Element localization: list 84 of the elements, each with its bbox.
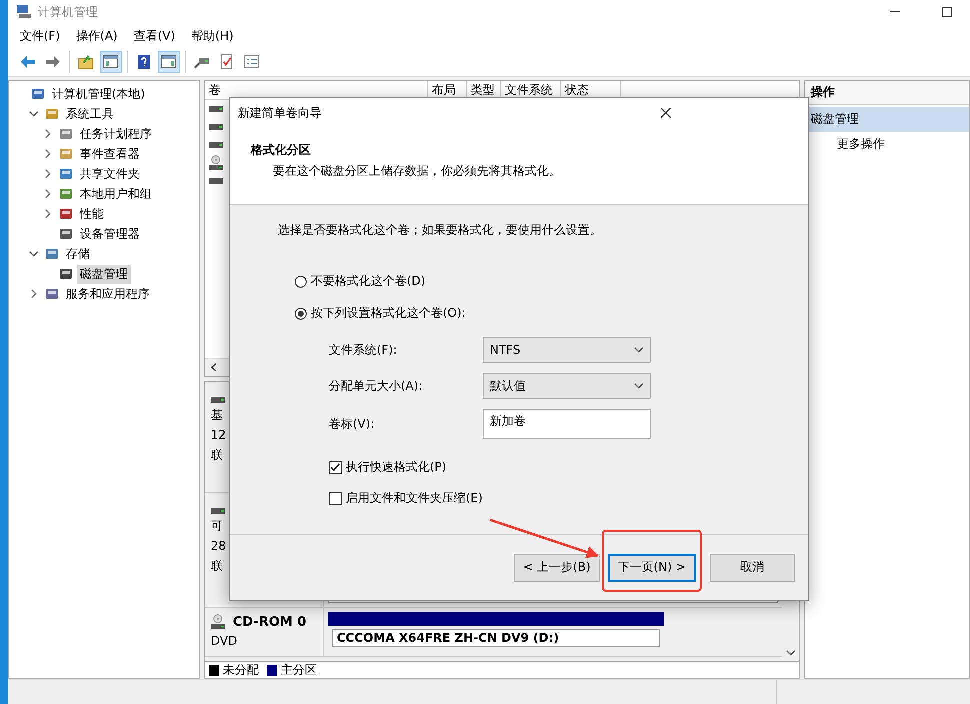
radio-icon[interactable] [295,308,307,320]
radio-icon[interactable] [295,276,307,288]
radio-button[interactable]: 不要格式化这个卷(D) [295,273,426,290]
expand-icon[interactable] [44,169,52,179]
expand-icon[interactable] [44,129,52,139]
partition-label: CCCOMA X64FRE ZH-CN DV9 (D:) [332,629,660,647]
drive-icon [211,507,225,515]
field-label: 文件系统(F): [329,342,398,358]
checkbox[interactable]: 执行快速格式化(P) [329,459,447,476]
tree-item[interactable]: 设备管理器 [77,224,143,244]
window-title: 计算机管理 [38,4,99,20]
expand-icon[interactable] [44,189,52,199]
expand-icon[interactable] [30,289,38,299]
field-label: 卷标(V): [329,416,376,432]
collapse-icon[interactable] [29,110,39,118]
tree-node-icon [44,246,60,262]
drive-icon [211,396,225,404]
dropdown[interactable]: NTFS [483,337,651,363]
legend-label: 未分配 [223,662,259,678]
dropdown[interactable]: 默认值 [483,373,651,399]
dialog-button[interactable]: < 上一步(B) [514,554,600,582]
disk-info-text: 28 [211,538,228,555]
legend-label: 主分区 [281,662,317,678]
action-link[interactable]: 更多操作 [837,137,885,151]
tree-node-icon [58,186,74,202]
disk-name: CD-ROM 0 [233,614,307,630]
tree-item[interactable]: 磁盘管理 [77,264,131,284]
instruction-text: 选择是否要格式化这个卷；如果要格式化，要使用什么设置。 [278,222,603,239]
actions-header: 操作 [805,81,969,105]
collapse-icon[interactable] [29,250,39,258]
disk-info-text: 联 [211,558,224,575]
close-icon[interactable] [660,108,670,118]
checkbox[interactable]: 启用文件和文件夹压缩(E) [329,490,483,507]
tree-node-icon [58,206,74,222]
tree-node-icon [58,266,74,282]
tree-node-icon [30,86,46,102]
page-description: 要在这个磁盘分区上储存数据，你必须先将其格式化。 [272,163,562,180]
disk-info-text: 可 [211,518,224,535]
scroll-down-icon[interactable] [786,648,796,656]
dialog-title: 新建简单卷向导 [238,104,323,122]
checkbox-icon[interactable] [329,461,342,474]
radio-button[interactable]: 按下列设置格式化这个卷(O): [295,305,466,322]
chevron-down-icon [634,382,644,390]
tree-node-icon [58,166,74,182]
field-label: 分配单元大小(A): [329,378,424,394]
disc-drive-icon [209,155,223,171]
tree-node-icon [44,106,60,122]
menu-item[interactable]: 帮助(H) [183,28,242,44]
tree-item[interactable]: 共享文件夹 [77,164,143,184]
drive-icon [209,141,223,149]
tree-node-icon [58,126,74,142]
drive-icon [209,177,223,185]
disk-type: DVD [211,633,238,650]
tree-item[interactable]: 系统工具 [63,104,117,124]
computer-icon [16,4,32,20]
disk-info-text: 基 [211,407,224,424]
disc-drive-icon [211,614,225,630]
minimize-icon[interactable] [890,11,900,13]
drive-icon [209,123,223,131]
tree-item[interactable]: 服务和应用程序 [63,284,153,304]
expand-icon[interactable] [44,149,52,159]
tree-item[interactable]: 存储 [63,244,93,264]
maximize-icon[interactable] [942,7,952,17]
checkbox-icon[interactable] [329,492,342,505]
text-field[interactable]: 新加卷 [483,409,651,439]
tree-node-icon [44,286,60,302]
drive-icon [209,105,223,113]
dialog-button[interactable]: 取消 [710,554,795,582]
disk-info-text: 联 [211,447,224,464]
tree-item[interactable]: 本地用户和组 [77,184,155,204]
tree-item[interactable]: 性能 [77,204,107,224]
tree-item[interactable]: 事件查看器 [77,144,143,164]
menu-item[interactable]: 操作(A) [68,28,126,44]
menu-item[interactable]: 文件(F) [12,28,68,44]
dialog-button[interactable]: 下一页(N) > [608,554,696,582]
tree-item[interactable]: 任务计划程序 [77,124,155,144]
page-heading: 格式化分区 [251,142,312,159]
tree-node-icon [58,226,74,242]
chevron-down-icon [634,346,644,354]
disk-info-text: 12 [211,427,228,444]
menu-item[interactable]: 查看(V) [126,28,184,44]
expand-icon[interactable] [44,209,52,219]
tree-item[interactable]: 计算机管理(本地) [49,84,148,104]
tree-node-icon [58,146,74,162]
